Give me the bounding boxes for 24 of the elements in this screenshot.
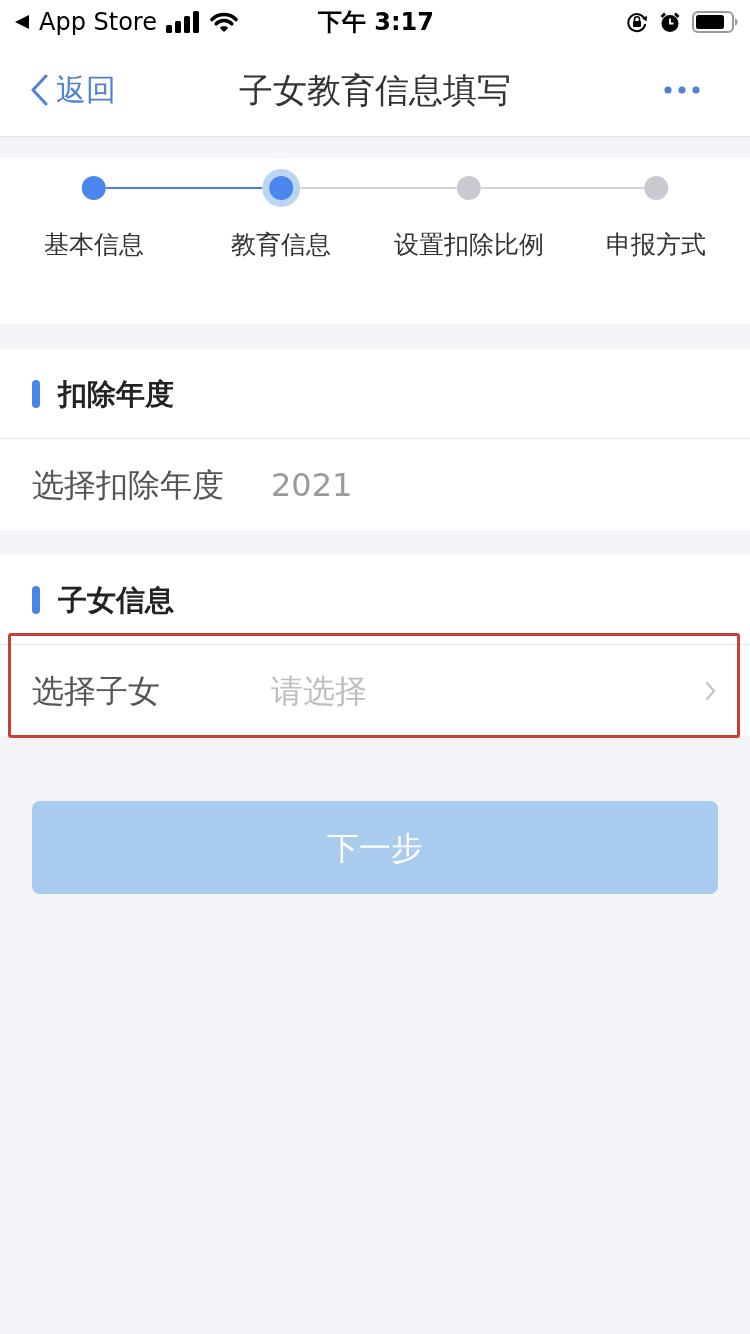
- back-triangle-icon: [14, 14, 30, 30]
- back-chevron-icon: [30, 74, 48, 106]
- battery-icon: [692, 11, 738, 33]
- field-label: 选择子女: [32, 670, 161, 712]
- back-button[interactable]: 返回: [30, 70, 116, 110]
- rotation-lock-icon: [626, 11, 648, 33]
- step-label: 教育信息: [231, 229, 332, 261]
- select-field[interactable]: 2021: [271, 454, 718, 515]
- step-label: 申报方式: [606, 229, 707, 261]
- wifi-icon: [208, 11, 239, 33]
- signal-icon: [165, 11, 200, 33]
- accent-bar-icon: [32, 585, 40, 614]
- field-label: 选择扣除年度: [32, 464, 225, 506]
- alarm-clock-icon: [659, 11, 681, 33]
- section-title: 子女信息: [58, 581, 174, 619]
- step-label: 基本信息: [43, 229, 144, 261]
- page-title: 子女教育信息填写: [238, 69, 512, 112]
- select-field[interactable]: 请选择: [271, 660, 718, 721]
- status-time: 下午 3:17: [317, 7, 435, 37]
- step-label: 设置扣除比例: [393, 229, 544, 261]
- section-title: 扣除年度: [58, 375, 174, 413]
- more-icon[interactable]: [664, 86, 700, 94]
- return-to-app-link[interactable]: App Store: [14, 7, 157, 37]
- accent-bar-icon: [32, 379, 40, 408]
